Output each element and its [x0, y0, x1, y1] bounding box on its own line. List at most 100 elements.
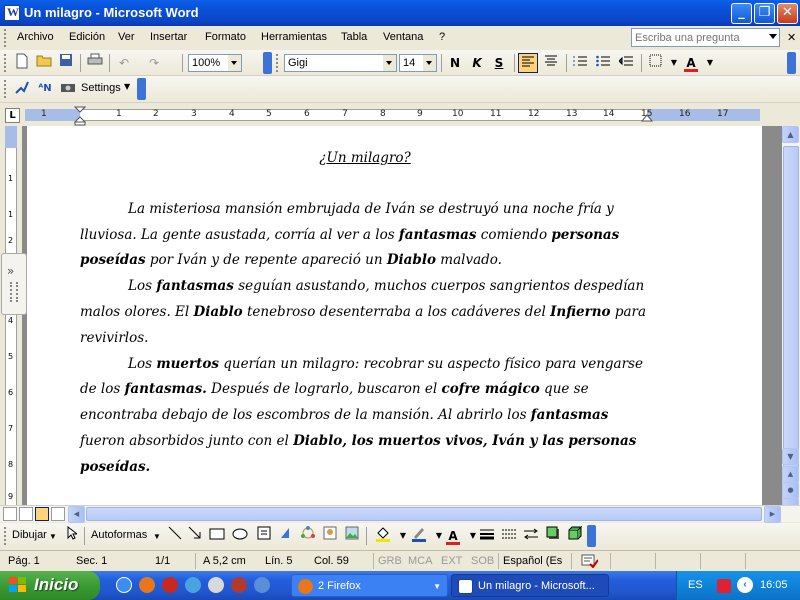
menu-grip[interactable]	[4, 29, 8, 47]
horizontal-scroll-thumb[interactable]	[86, 507, 762, 521]
align-left-button[interactable]	[518, 53, 538, 73]
print-view-button[interactable]	[35, 507, 49, 521]
scroll-left-button[interactable]: ◀	[68, 506, 85, 523]
language-indicator[interactable]: ES	[688, 579, 703, 591]
normal-view-button[interactable]	[3, 507, 17, 521]
oval-tool-icon[interactable]	[230, 526, 250, 546]
toolbar-overflow-button[interactable]	[787, 52, 796, 74]
menu-insertar[interactable]: Insertar	[150, 31, 187, 43]
bold-button[interactable]: N	[445, 53, 465, 73]
disc-icon[interactable]	[208, 577, 224, 593]
wordart-icon[interactable]	[276, 526, 296, 546]
web-view-button[interactable]	[19, 507, 33, 521]
zoom-select[interactable]: 100%	[188, 54, 242, 72]
toolbar-grip[interactable]	[4, 527, 8, 545]
horizontal-scrollbar[interactable]: ◀ ▶	[0, 505, 800, 523]
chevron-down-icon[interactable]	[769, 34, 777, 39]
numbered-list-icon[interactable]	[570, 53, 590, 73]
menu-herramientas[interactable]: Herramientas	[261, 31, 327, 43]
toolbar-grip[interactable]	[4, 54, 8, 72]
undo-icon[interactable]: ↶	[114, 53, 134, 73]
close-button[interactable]: ✕	[777, 3, 798, 24]
toolbar-grip[interactable]	[4, 80, 8, 98]
font-size-select[interactable]: 14	[399, 54, 437, 72]
autoshapes-menu[interactable]: Autoformas	[91, 529, 147, 541]
ask-question-input[interactable]	[632, 29, 764, 46]
chevron-down-icon[interactable]	[383, 55, 396, 71]
close-document-icon[interactable]: ✕	[787, 31, 796, 44]
redo-icon[interactable]: ↷	[144, 53, 164, 73]
3d-style-icon[interactable]	[565, 525, 585, 546]
outline-view-button[interactable]	[51, 507, 65, 521]
symbol-icon[interactable]: ᴬN	[35, 79, 55, 99]
tab-selector[interactable]: L	[5, 108, 20, 123]
rectangle-tool-icon[interactable]	[207, 526, 227, 546]
previous-page-button[interactable]: ▲	[782, 466, 799, 483]
underline-button[interactable]: S	[489, 53, 509, 73]
vertical-scrollbar[interactable]: ▲ ▼ ▲ ●	[782, 126, 800, 506]
shadow-style-icon[interactable]	[543, 526, 563, 546]
menu-ver[interactable]: Ver	[118, 31, 135, 43]
right-indent-marker[interactable]	[641, 114, 653, 124]
chevron-down-icon[interactable]: ▼	[49, 532, 57, 541]
diagram-icon[interactable]	[298, 526, 318, 546]
vertical-scroll-thumb[interactable]	[783, 146, 799, 476]
insert-picture-icon[interactable]	[342, 526, 362, 546]
menu-archivo[interactable]: Archivo	[17, 31, 54, 43]
menu-help[interactable]: ?	[439, 31, 445, 43]
chevron-down-icon[interactable]	[228, 55, 241, 71]
minimize-button[interactable]: _	[731, 3, 752, 24]
toolbar-overflow-button[interactable]	[137, 78, 146, 100]
drawing-tools-icon[interactable]	[12, 79, 32, 99]
text-box-icon[interactable]	[254, 526, 274, 546]
decrease-indent-icon[interactable]	[616, 53, 636, 73]
internet-explorer-icon[interactable]	[116, 577, 132, 593]
toolbar-overflow-button[interactable]	[263, 52, 272, 74]
chevron-down-icon[interactable]: ▼	[124, 82, 130, 91]
status-language[interactable]: Español (Es	[503, 555, 562, 567]
scroll-right-button[interactable]: ▶	[764, 506, 781, 523]
horizontal-ruler[interactable]: L 1 1 2 3 4 5 6 7 8 9 10 11 12 13 14 15 …	[0, 104, 800, 126]
menu-edicion[interactable]: Edición	[69, 31, 105, 43]
camera-icon[interactable]	[58, 79, 78, 99]
chevron-down-icon[interactable]: ▼	[700, 53, 720, 73]
ask-question-box[interactable]	[631, 28, 780, 47]
menu-ventana[interactable]: Ventana	[383, 31, 423, 43]
chevron-down-icon[interactable]: ▼	[153, 532, 161, 541]
document-body[interactable]: ¿Un milagro? La misteriosa mansión embru…	[80, 146, 650, 481]
dash-style-icon[interactable]	[499, 526, 519, 546]
status-record-macro[interactable]: GRB	[378, 555, 402, 567]
document-area[interactable]: ¿Un milagro? La misteriosa mansión embru…	[22, 126, 782, 506]
double-chevron-right-icon[interactable]: »	[7, 264, 14, 278]
new-document-icon[interactable]	[12, 53, 32, 73]
arrow-tool-icon[interactable]	[185, 526, 205, 546]
indent-markers[interactable]	[74, 106, 86, 126]
chevron-down-icon[interactable]	[423, 55, 436, 71]
fill-color-icon[interactable]	[373, 526, 393, 546]
globe-icon[interactable]	[254, 577, 270, 593]
border-icon[interactable]	[645, 53, 665, 73]
arrow-style-icon[interactable]	[521, 526, 541, 546]
floating-toolbar[interactable]: »	[1, 253, 27, 315]
save-icon[interactable]	[56, 53, 76, 73]
scroll-down-button[interactable]: ▼	[782, 448, 799, 465]
line-tool-icon[interactable]	[165, 526, 185, 546]
select-pointer-icon[interactable]	[62, 525, 82, 546]
media-player-icon[interactable]	[185, 577, 201, 593]
start-button[interactable]: Inicio	[0, 571, 100, 600]
tray-expand-icon[interactable]: ‹	[737, 577, 753, 593]
status-overtype[interactable]: SOB	[471, 555, 494, 567]
status-extend[interactable]: EXT	[441, 555, 462, 567]
font-color-button[interactable]: A	[681, 53, 701, 73]
open-folder-icon[interactable]	[34, 53, 54, 73]
spelling-status-icon[interactable]	[580, 554, 599, 569]
status-track-changes[interactable]: MCA	[408, 555, 432, 567]
grip-icon[interactable]	[10, 282, 18, 302]
toolbar-grip[interactable]	[276, 54, 280, 72]
menu-formato[interactable]: Formato	[205, 31, 246, 43]
firefox-icon[interactable]	[139, 577, 155, 593]
toolbar-overflow-button[interactable]	[587, 525, 596, 547]
print-icon[interactable]	[85, 53, 105, 73]
clipart-icon[interactable]	[320, 526, 340, 546]
line-style-icon[interactable]	[477, 526, 497, 546]
